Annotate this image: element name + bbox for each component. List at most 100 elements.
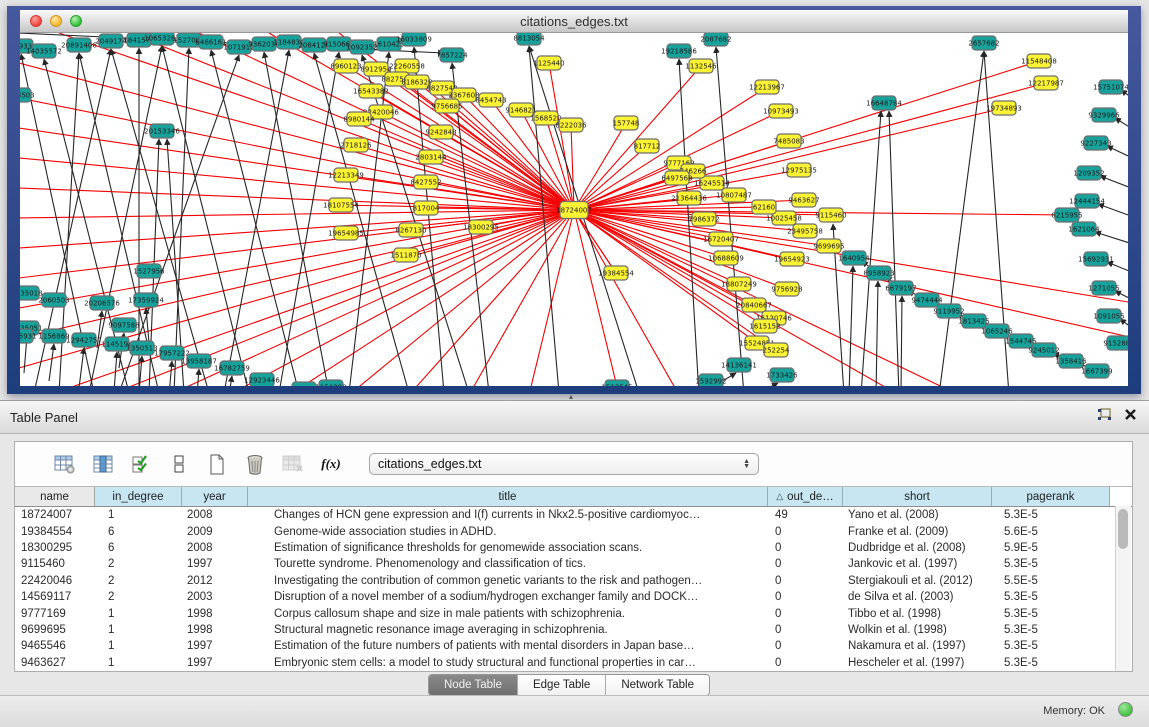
table-cell[interactable]: 1998 [182,608,248,620]
graph-edge[interactable] [20,158,574,210]
table-cell[interactable]: 9115460 [15,558,95,570]
table-cell[interactable]: 1997 [182,558,248,570]
table-cell[interactable]: 0 [768,558,843,570]
table-cell[interactable]: 5.5E-5 [992,575,1110,587]
graph-edge[interactable] [349,52,389,386]
graph-edge[interactable] [414,47,444,386]
network-canvas[interactable]: 1872400789601238912954222605588827508165… [20,33,1128,386]
table-cell[interactable]: 49 [768,509,843,521]
table-row[interactable]: 1938455462009Genome-wide association stu… [15,523,1132,539]
column-header-in_degree[interactable]: in_degree [95,487,182,506]
graph-edge[interactable] [574,61,1039,210]
table-cell[interactable]: 9463627 [15,657,95,669]
table-cell[interactable]: 2003 [182,591,248,603]
table-cell[interactable]: 5.3E-5 [992,608,1110,620]
table-cell[interactable]: 1 [95,509,182,521]
graph-edge[interactable] [49,344,54,381]
table-cell[interactable]: 1997 [182,657,248,669]
graph-edge[interactable] [114,352,117,386]
table-cell[interactable]: Franke et al. (2009) [843,526,992,538]
column-header-out_de[interactable]: △out_de… [768,487,843,506]
table-settings-icon[interactable] [53,453,77,475]
table-cell[interactable]: 1997 [182,640,248,652]
table-cell[interactable]: 5.3E-5 [992,657,1110,669]
graph-edge[interactable] [1100,176,1128,191]
table-cell[interactable]: Tibbo et al. (1998) [843,608,992,620]
graph-edge[interactable] [939,51,984,386]
graph-edge[interactable] [20,188,574,210]
table-cell[interactable]: 0 [768,542,843,554]
table-cell[interactable]: 22420046 [15,575,95,587]
table-cell[interactable]: 2009 [182,526,248,538]
table-row[interactable]: 1456911722003Disruption of a novel membe… [15,589,1132,605]
table-cell[interactable]: 5.3E-5 [992,509,1110,521]
table-cell[interactable]: 2 [95,591,182,603]
tab-edge-table[interactable]: Edge Table [518,675,606,695]
graph-edge[interactable] [1107,146,1128,161]
table-cell[interactable]: Corpus callosum shape and size in male p… [248,608,768,620]
table-cell[interactable]: Dudbridge et al. (2008) [843,542,992,554]
table-cell[interactable]: 5.3E-5 [992,624,1110,636]
table-cell[interactable]: 0 [768,575,843,587]
graph-edge[interactable] [119,55,239,386]
table-cell[interactable]: 1 [95,624,182,636]
graph-edge[interactable] [1115,118,1128,133]
graph-edge[interactable] [199,33,574,210]
table-cell[interactable]: 9777169 [15,608,95,620]
table-cell[interactable]: Changes of HCN gene expression and I(f) … [248,509,768,521]
table-cell[interactable]: Genome-wide association studies in ADHD. [248,526,768,538]
graph-edge[interactable] [409,210,574,386]
graph-edge[interactable] [861,111,881,386]
graph-edge[interactable] [314,53,409,386]
table-cell[interactable]: Structural magnetic resonance image aver… [248,624,768,636]
table-cell[interactable]: 0 [768,591,843,603]
window-titlebar[interactable]: citations_edges.txt [20,10,1128,33]
table-cell[interactable]: 5.3E-5 [992,591,1110,603]
table-cell[interactable]: 14569117 [15,591,95,603]
table-cell[interactable]: Wolkin et al. (1998) [843,624,992,636]
table-cell[interactable]: 6 [95,526,182,538]
tab-network-table[interactable]: Network Table [606,675,709,695]
column-header-year[interactable]: year [182,487,248,506]
show-column-icon[interactable] [91,453,115,475]
table-vertical-scrollbar[interactable] [1115,506,1131,671]
table-cell[interactable]: 18724007 [15,509,95,521]
scrollbar-thumb[interactable] [1118,509,1128,549]
tab-node-table[interactable]: Node Table [429,675,518,695]
table-row[interactable]: 946362711997Embryonic stem cells: a mode… [15,655,1132,671]
table-cell[interactable]: 5.3E-5 [992,640,1110,652]
table-cell[interactable]: 2008 [182,509,248,521]
graph-edge[interactable] [754,383,778,386]
graph-edge[interactable] [79,348,84,386]
table-row[interactable]: 946554611997Estimation of the future num… [15,638,1132,654]
graph-edge[interactable] [889,111,899,386]
column-header-title[interactable]: title [248,487,768,506]
table-cell[interactable]: 9465546 [15,640,95,652]
table-cell[interactable]: 0 [768,640,843,652]
graph-edge[interactable] [876,281,878,386]
graph-edge[interactable] [529,210,574,386]
table-cell[interactable]: Tourette syndrome. Phenomenology and cla… [248,558,768,570]
table-cell[interactable]: 19384554 [15,526,95,538]
table-cell[interactable]: 2 [95,575,182,587]
graph-edge[interactable] [169,361,172,386]
table-cell[interactable]: 0 [768,526,843,538]
graph-edge[interactable] [901,296,902,386]
table-cell[interactable]: 0 [768,624,843,636]
table-cell[interactable]: Jankovic et al. (1997) [843,558,992,570]
column-header-short[interactable]: short [843,487,992,506]
table-cell[interactable]: Estimation of the future numbers of pati… [248,640,768,652]
table-cell[interactable]: 5.6E-5 [992,526,1110,538]
close-panel-icon[interactable] [1124,408,1137,426]
graph-edge[interactable] [197,369,199,386]
table-select-dropdown[interactable]: citations_edges.txt ▲▼ [369,453,759,475]
table-cell[interactable]: Hescheler et al. (1997) [843,657,992,669]
table-cell[interactable]: de Silva et al. (2003) [843,591,992,603]
table-row[interactable]: 911546021997Tourette syndrome. Phenomeno… [15,556,1132,572]
graph-edge[interactable] [574,123,626,210]
graph-edge[interactable] [20,210,574,218]
memory-status-icon[interactable] [1118,702,1133,717]
table-row[interactable]: 969969511998Structural magnetic resonanc… [15,622,1132,638]
new-table-icon[interactable] [205,453,229,475]
delete-table-icon[interactable] [243,453,267,475]
